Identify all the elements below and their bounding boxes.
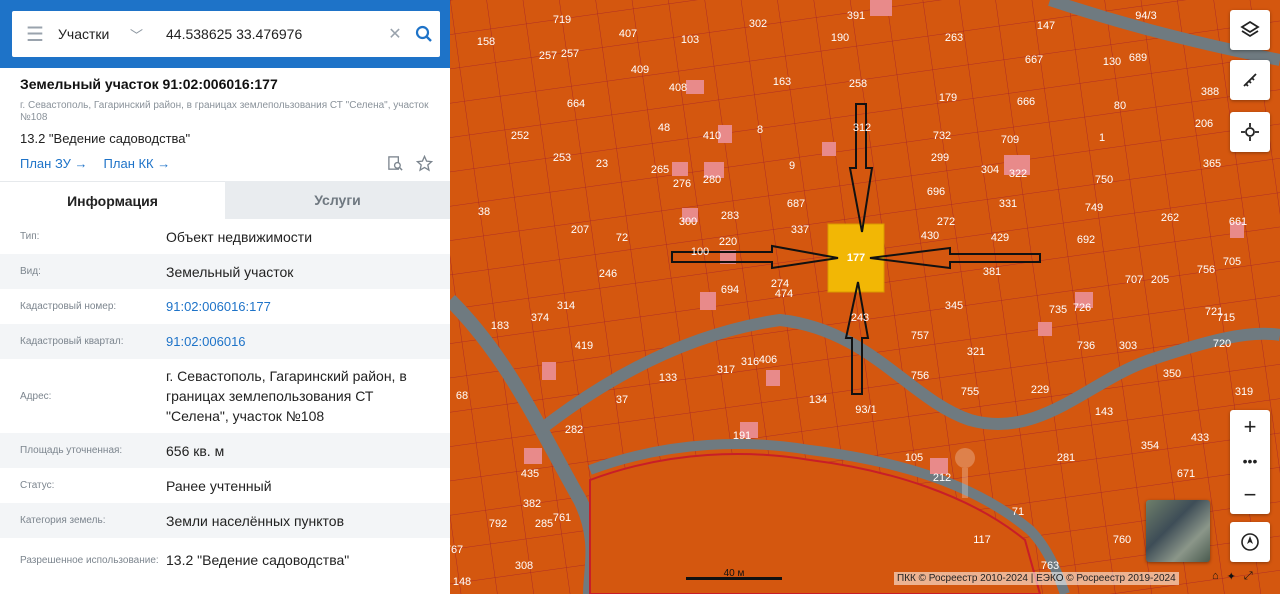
clear-icon[interactable]: ✕ <box>382 24 408 44</box>
info-row: Разрешенное использование: 13.2 "Ведение … <box>0 538 450 582</box>
search-bar: ☰ Участки ﹀ ✕ <box>0 0 450 68</box>
layers-button[interactable] <box>1230 10 1270 50</box>
info-row: Категория земель: Земли населённых пункто… <box>0 503 450 538</box>
info-value: Объект недвижимости <box>166 228 313 245</box>
search-button[interactable] <box>408 25 440 43</box>
object-address: г. Севастополь, Гагаринский район, в гра… <box>20 100 429 123</box>
info-value: Ранее учтенный <box>166 477 272 494</box>
compass-button[interactable] <box>1230 522 1270 562</box>
info-value: 13.2 "Ведение садоводства" <box>166 552 350 568</box>
tab-services[interactable]: Услуги <box>225 181 450 219</box>
info-key: Вид: <box>20 266 41 277</box>
info-value: Земельный участок <box>166 263 294 280</box>
menu-icon[interactable]: ☰ <box>12 11 58 57</box>
tabs: Информация Услуги <box>0 181 450 219</box>
info-row: Площадь уточненная: 656 кв. м <box>0 433 450 468</box>
bottom-icons: ⌂ ✦ ⤢ <box>1212 570 1253 583</box>
info-row: Тип: Объект недвижимости <box>0 219 450 254</box>
object-use: 13.2 "Ведение садоводства" <box>20 131 191 146</box>
info-table: Тип: Объект недвижимости Вид: Земельный уча… <box>0 219 450 582</box>
plan-links: План ЗУ → План КК → <box>20 156 170 171</box>
object-title: Земельный участок 91:02:006016:177 <box>20 76 278 92</box>
info-row: Адрес: г. Севастополь, Гагаринский район,… <box>0 359 450 433</box>
plan-zu-link[interactable]: План ЗУ → <box>20 156 88 171</box>
chevron-down-icon[interactable]: ﹀ <box>130 25 166 44</box>
info-key: Статус: <box>20 480 55 491</box>
target-icon[interactable]: ✦ <box>1227 570 1236 583</box>
fullscreen-icon[interactable]: ⤢ <box>1244 570 1253 583</box>
info-value: г. Севастополь, Гагаринский район, в гра… <box>166 368 407 424</box>
info-key: Кадастровый номер: <box>20 301 117 312</box>
plan-kk-link[interactable]: План КК → <box>104 156 171 171</box>
search-icon <box>415 25 432 42</box>
info-key: Площадь уточненная: <box>20 445 123 456</box>
info-value: Земли населённых пунктов <box>166 512 345 529</box>
object-actions <box>387 155 433 172</box>
info-panel: ☰ Участки ﹀ ✕ Земельный участок 91:02:00… <box>0 0 450 594</box>
satellite-toggle[interactable] <box>1146 500 1210 562</box>
info-value-link[interactable]: 91:02:006016:177 <box>166 297 450 317</box>
scale-bar: 40 м <box>686 568 782 582</box>
info-row: Вид: Земельный участок <box>0 254 450 289</box>
search-type-select[interactable]: Участки <box>58 26 130 42</box>
more-button[interactable]: ••• <box>1230 444 1270 478</box>
info-row: Кадастровый номер: 91:02:006016:177 <box>0 289 450 324</box>
info-key: Кадастровый квартал: <box>20 336 124 347</box>
crosshair-icon <box>1241 123 1259 141</box>
compass-icon <box>1241 533 1259 551</box>
zoom-out-button[interactable]: − <box>1230 478 1270 512</box>
info-key: Адрес: <box>20 390 52 402</box>
search-document-icon[interactable] <box>387 155 404 172</box>
info-value-link[interactable]: 91:02:006016 <box>166 332 450 352</box>
locate-button[interactable] <box>1230 112 1270 152</box>
layers-icon <box>1240 20 1260 38</box>
zoom-in-button[interactable]: + <box>1230 410 1270 444</box>
tab-info[interactable]: Информация <box>0 181 225 219</box>
map-view[interactable]: 15871925740710330239126314794/3320257409… <box>450 0 1280 594</box>
ruler-icon <box>1243 73 1257 87</box>
info-row: Кадастровый квартал: 91:02:006016 <box>0 324 450 359</box>
search-input[interactable] <box>166 19 382 49</box>
info-value: 656 кв. м <box>166 442 225 459</box>
info-key: Тип: <box>20 231 40 242</box>
ruler-button[interactable] <box>1230 60 1270 100</box>
map-attribution: ПКК © Росреестр 2010-2024 | ЕЭКО © Росре… <box>894 572 1179 585</box>
info-key: Категория земель: <box>20 515 106 526</box>
home-icon[interactable]: ⌂ <box>1212 570 1219 583</box>
star-icon[interactable] <box>416 155 433 172</box>
search-box: ☰ Участки ﹀ ✕ <box>12 11 440 57</box>
zoom-controls: + ••• − <box>1230 410 1270 514</box>
info-row: Статус: Ранее учтенный <box>0 468 450 503</box>
info-key: Разрешенное использование: <box>20 554 159 566</box>
